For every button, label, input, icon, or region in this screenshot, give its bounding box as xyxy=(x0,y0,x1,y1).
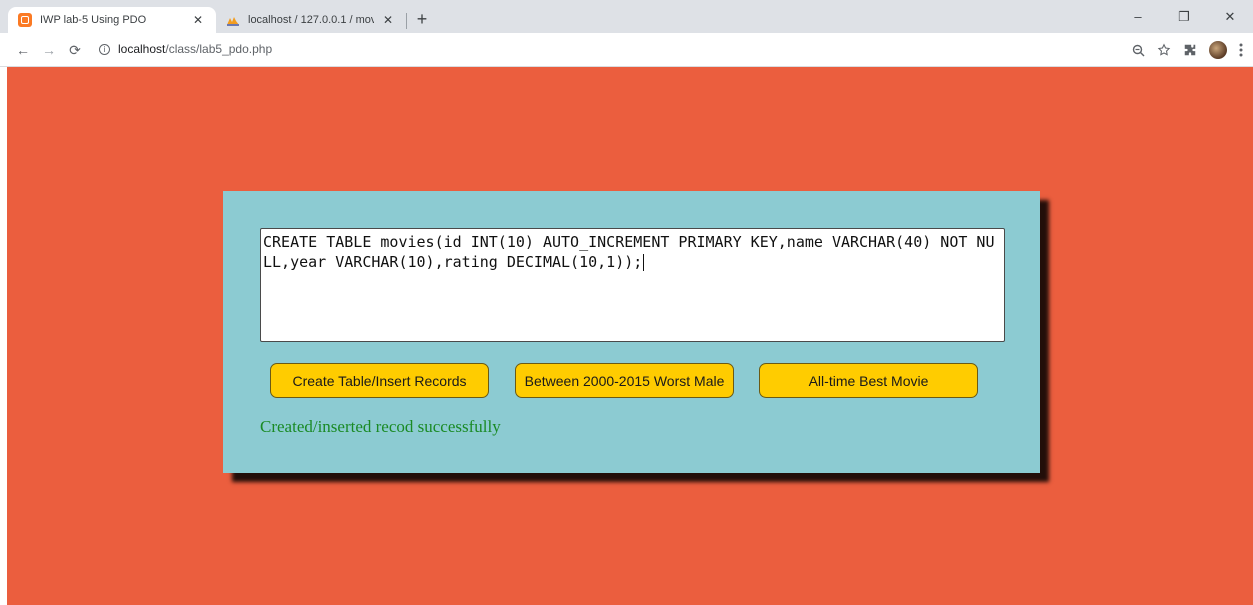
action-buttons: Create Table/Insert Records Between 2000… xyxy=(270,363,990,399)
extensions-icon[interactable] xyxy=(1183,43,1197,57)
best-movie-button[interactable]: All-time Best Movie xyxy=(759,363,978,398)
window-close-icon[interactable]: ✕ xyxy=(1207,0,1253,33)
sql-query-text: CREATE TABLE movies(id INT(10) AUTO_INCR… xyxy=(263,233,995,271)
xampp-favicon-icon xyxy=(18,13,32,27)
url-path: /class/lab5_pdo.php xyxy=(165,42,273,56)
text-caret xyxy=(643,254,645,271)
phpmyadmin-favicon-icon xyxy=(227,17,239,26)
minimize-icon[interactable]: – xyxy=(1115,0,1161,33)
tab-close-icon[interactable]: ✕ xyxy=(190,12,206,28)
tab-close-icon[interactable]: ✕ xyxy=(380,12,396,28)
toolbar-actions xyxy=(1132,40,1243,60)
tab-title: localhost / 127.0.0.1 / movie / m xyxy=(248,14,374,26)
bookmark-star-icon[interactable] xyxy=(1157,43,1171,57)
profile-avatar[interactable] xyxy=(1209,41,1227,59)
back-icon[interactable]: ← xyxy=(14,41,32,59)
zoom-icon[interactable] xyxy=(1132,44,1145,57)
query-panel: CREATE TABLE movies(id INT(10) AUTO_INCR… xyxy=(223,191,1040,473)
menu-icon[interactable] xyxy=(1239,43,1243,57)
window-controls: – ❐ ✕ xyxy=(1115,0,1253,33)
browser-tab-strip: IWP lab-5 Using PDO ✕ localhost / 127.0.… xyxy=(0,0,1253,33)
sql-query-textarea[interactable]: CREATE TABLE movies(id INT(10) AUTO_INCR… xyxy=(260,228,1005,342)
tab-phpmyadmin[interactable]: localhost / 127.0.0.1 / movie / m ✕ xyxy=(216,7,406,33)
tab-title: IWP lab-5 Using PDO xyxy=(40,14,147,26)
browser-toolbar: ← → ⟳ i localhost/class/lab5_pdo.php xyxy=(0,33,1253,67)
new-tab-icon[interactable]: + xyxy=(412,9,432,29)
create-table-button[interactable]: Create Table/Insert Records xyxy=(270,363,489,398)
worst-male-button[interactable]: Between 2000-2015 Worst Male xyxy=(515,363,734,398)
reload-icon[interactable]: ⟳ xyxy=(66,41,84,59)
tab-separator xyxy=(406,13,407,29)
maximize-icon[interactable]: ❐ xyxy=(1161,0,1207,33)
status-message: Created/inserted recod successfully xyxy=(260,417,501,436)
tab-iwp-lab5[interactable]: IWP lab-5 Using PDO ✕ xyxy=(8,7,216,33)
forward-icon[interactable]: → xyxy=(40,41,58,59)
site-info-icon[interactable]: i xyxy=(99,44,110,55)
address-bar[interactable]: localhost/class/lab5_pdo.php xyxy=(118,42,272,56)
url-host: localhost xyxy=(118,42,166,56)
page-viewport: CREATE TABLE movies(id INT(10) AUTO_INCR… xyxy=(7,67,1253,605)
